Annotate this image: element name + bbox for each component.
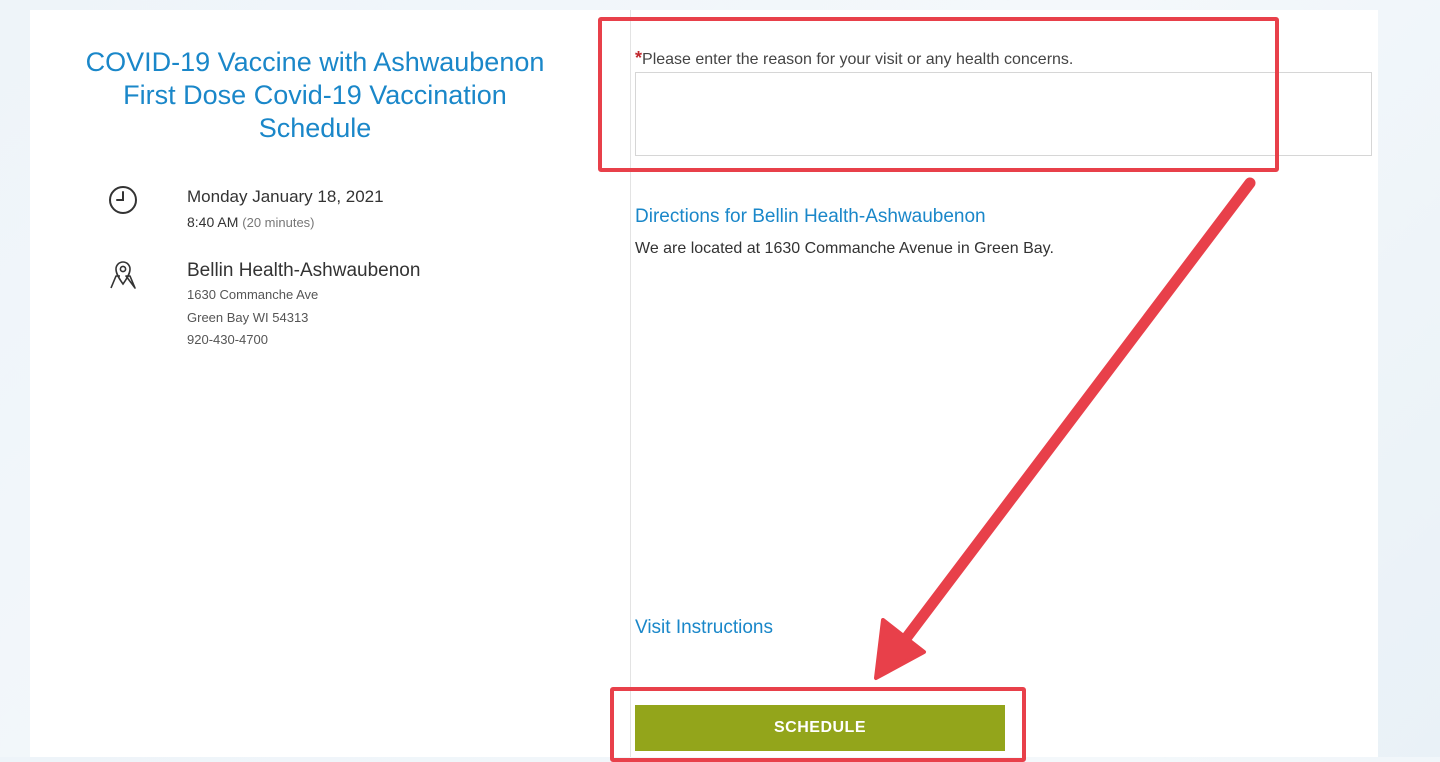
appointment-date: Monday January 18, 2021 — [187, 187, 384, 206]
directions-link[interactable]: Directions for Bellin Health-Ashwaubenon — [635, 206, 986, 228]
appointment-time-row: 8:40 AM (20 minutes) — [187, 214, 315, 230]
appointment-time: 8:40 AM — [187, 214, 239, 230]
reason-highlight-box — [598, 17, 1279, 172]
directions-text: We are located at 1630 Commanche Avenue … — [635, 240, 1054, 257]
location-address-line2: Green Bay WI 54313 — [187, 310, 309, 325]
location-phone: 920-430-4700 — [187, 332, 268, 347]
appointment-duration: (20 minutes) — [242, 215, 315, 230]
location-name: Bellin Health-Ashwaubenon — [187, 260, 421, 281]
location-address-line1: 1630 Commanche Ave — [187, 287, 319, 302]
visit-instructions-link[interactable]: Visit Instructions — [635, 617, 773, 639]
schedule-highlight-box — [610, 687, 1026, 762]
map-pin-icon — [110, 261, 136, 289]
appointment-title: COVID-19 Vaccine with Ashwaubenon First … — [85, 47, 545, 143]
clock-icon — [109, 186, 137, 214]
